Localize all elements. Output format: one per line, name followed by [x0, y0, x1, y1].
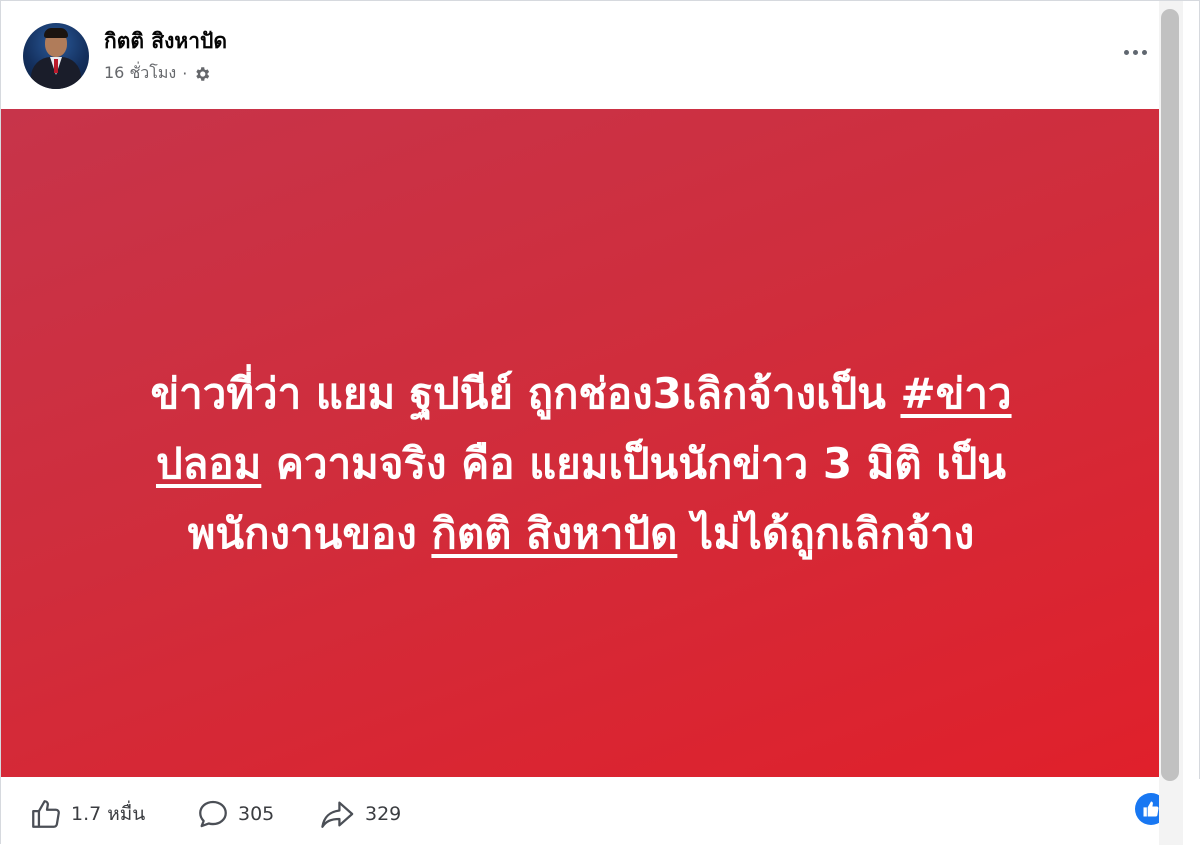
- gear-icon[interactable]: [193, 65, 211, 83]
- comment-count: 305: [238, 803, 275, 825]
- meta-separator: ·: [182, 64, 188, 83]
- more-options-dot: [1141, 49, 1147, 55]
- post-footer: 1.7 หมื่น 305 329: [1, 779, 1200, 845]
- avatar-hair: [44, 28, 68, 38]
- comment-icon: [199, 800, 227, 828]
- share-icon: [321, 801, 354, 828]
- like-icon: [32, 800, 60, 828]
- post-meta: 16 ชั่วโมง ·: [104, 61, 211, 86]
- avatar-tie: [54, 59, 58, 73]
- author-avatar[interactable]: [23, 23, 89, 89]
- post-card: กิตติ สิงหาปัด 16 ชั่วโมง · ข่าวที่ว่า แ…: [0, 0, 1200, 845]
- caption-author-name: กิตติ สิงหาปัด: [431, 509, 678, 558]
- more-options-dot: [1132, 49, 1138, 55]
- caption-part: พนักงานของ: [187, 509, 432, 558]
- post-time[interactable]: 16 ชั่วโมง: [104, 61, 176, 86]
- caption-part: ข่าวที่ว่า แยม ฐปนีย์ ถูกช่อง3เลิกจ้างเป…: [150, 369, 901, 418]
- caption-part: ความจริง คือ แยมเป็นนักข่าว 3 มิติ เป็น: [261, 439, 1006, 488]
- caption-part: ไม่ได้ถูกเลิกจ้าง: [677, 509, 975, 558]
- share-count: 329: [365, 803, 402, 825]
- post-header: กิตติ สิงหาปัด 16 ชั่วโมง ·: [1, 1, 1157, 107]
- more-options-button[interactable]: [1117, 37, 1153, 67]
- like-count: 1.7 หมื่น: [71, 803, 146, 825]
- more-options-icon: [1123, 49, 1129, 55]
- author-name[interactable]: กิตติ สิงหาปัด: [104, 25, 227, 58]
- post-image[interactable]: ข่าวที่ว่า แยม ฐปนีย์ ถูกช่อง3เลิกจ้างเป…: [1, 109, 1159, 777]
- like-stat[interactable]: 1.7 หมื่น: [29, 797, 145, 831]
- thumbs-up-icon: [1143, 801, 1159, 817]
- scrollbar-thumb[interactable]: [1161, 9, 1179, 781]
- image-caption: ข่าวที่ว่า แยม ฐปนีย์ ถูกช่อง3เลิกจ้างเป…: [41, 359, 1121, 569]
- share-stat[interactable]: 329: [319, 797, 401, 831]
- comment-stat[interactable]: 305: [196, 797, 274, 831]
- hashtag-fake-news: #ข่าว: [900, 369, 1012, 418]
- hashtag-fake-news-cont: ปลอม: [155, 439, 262, 488]
